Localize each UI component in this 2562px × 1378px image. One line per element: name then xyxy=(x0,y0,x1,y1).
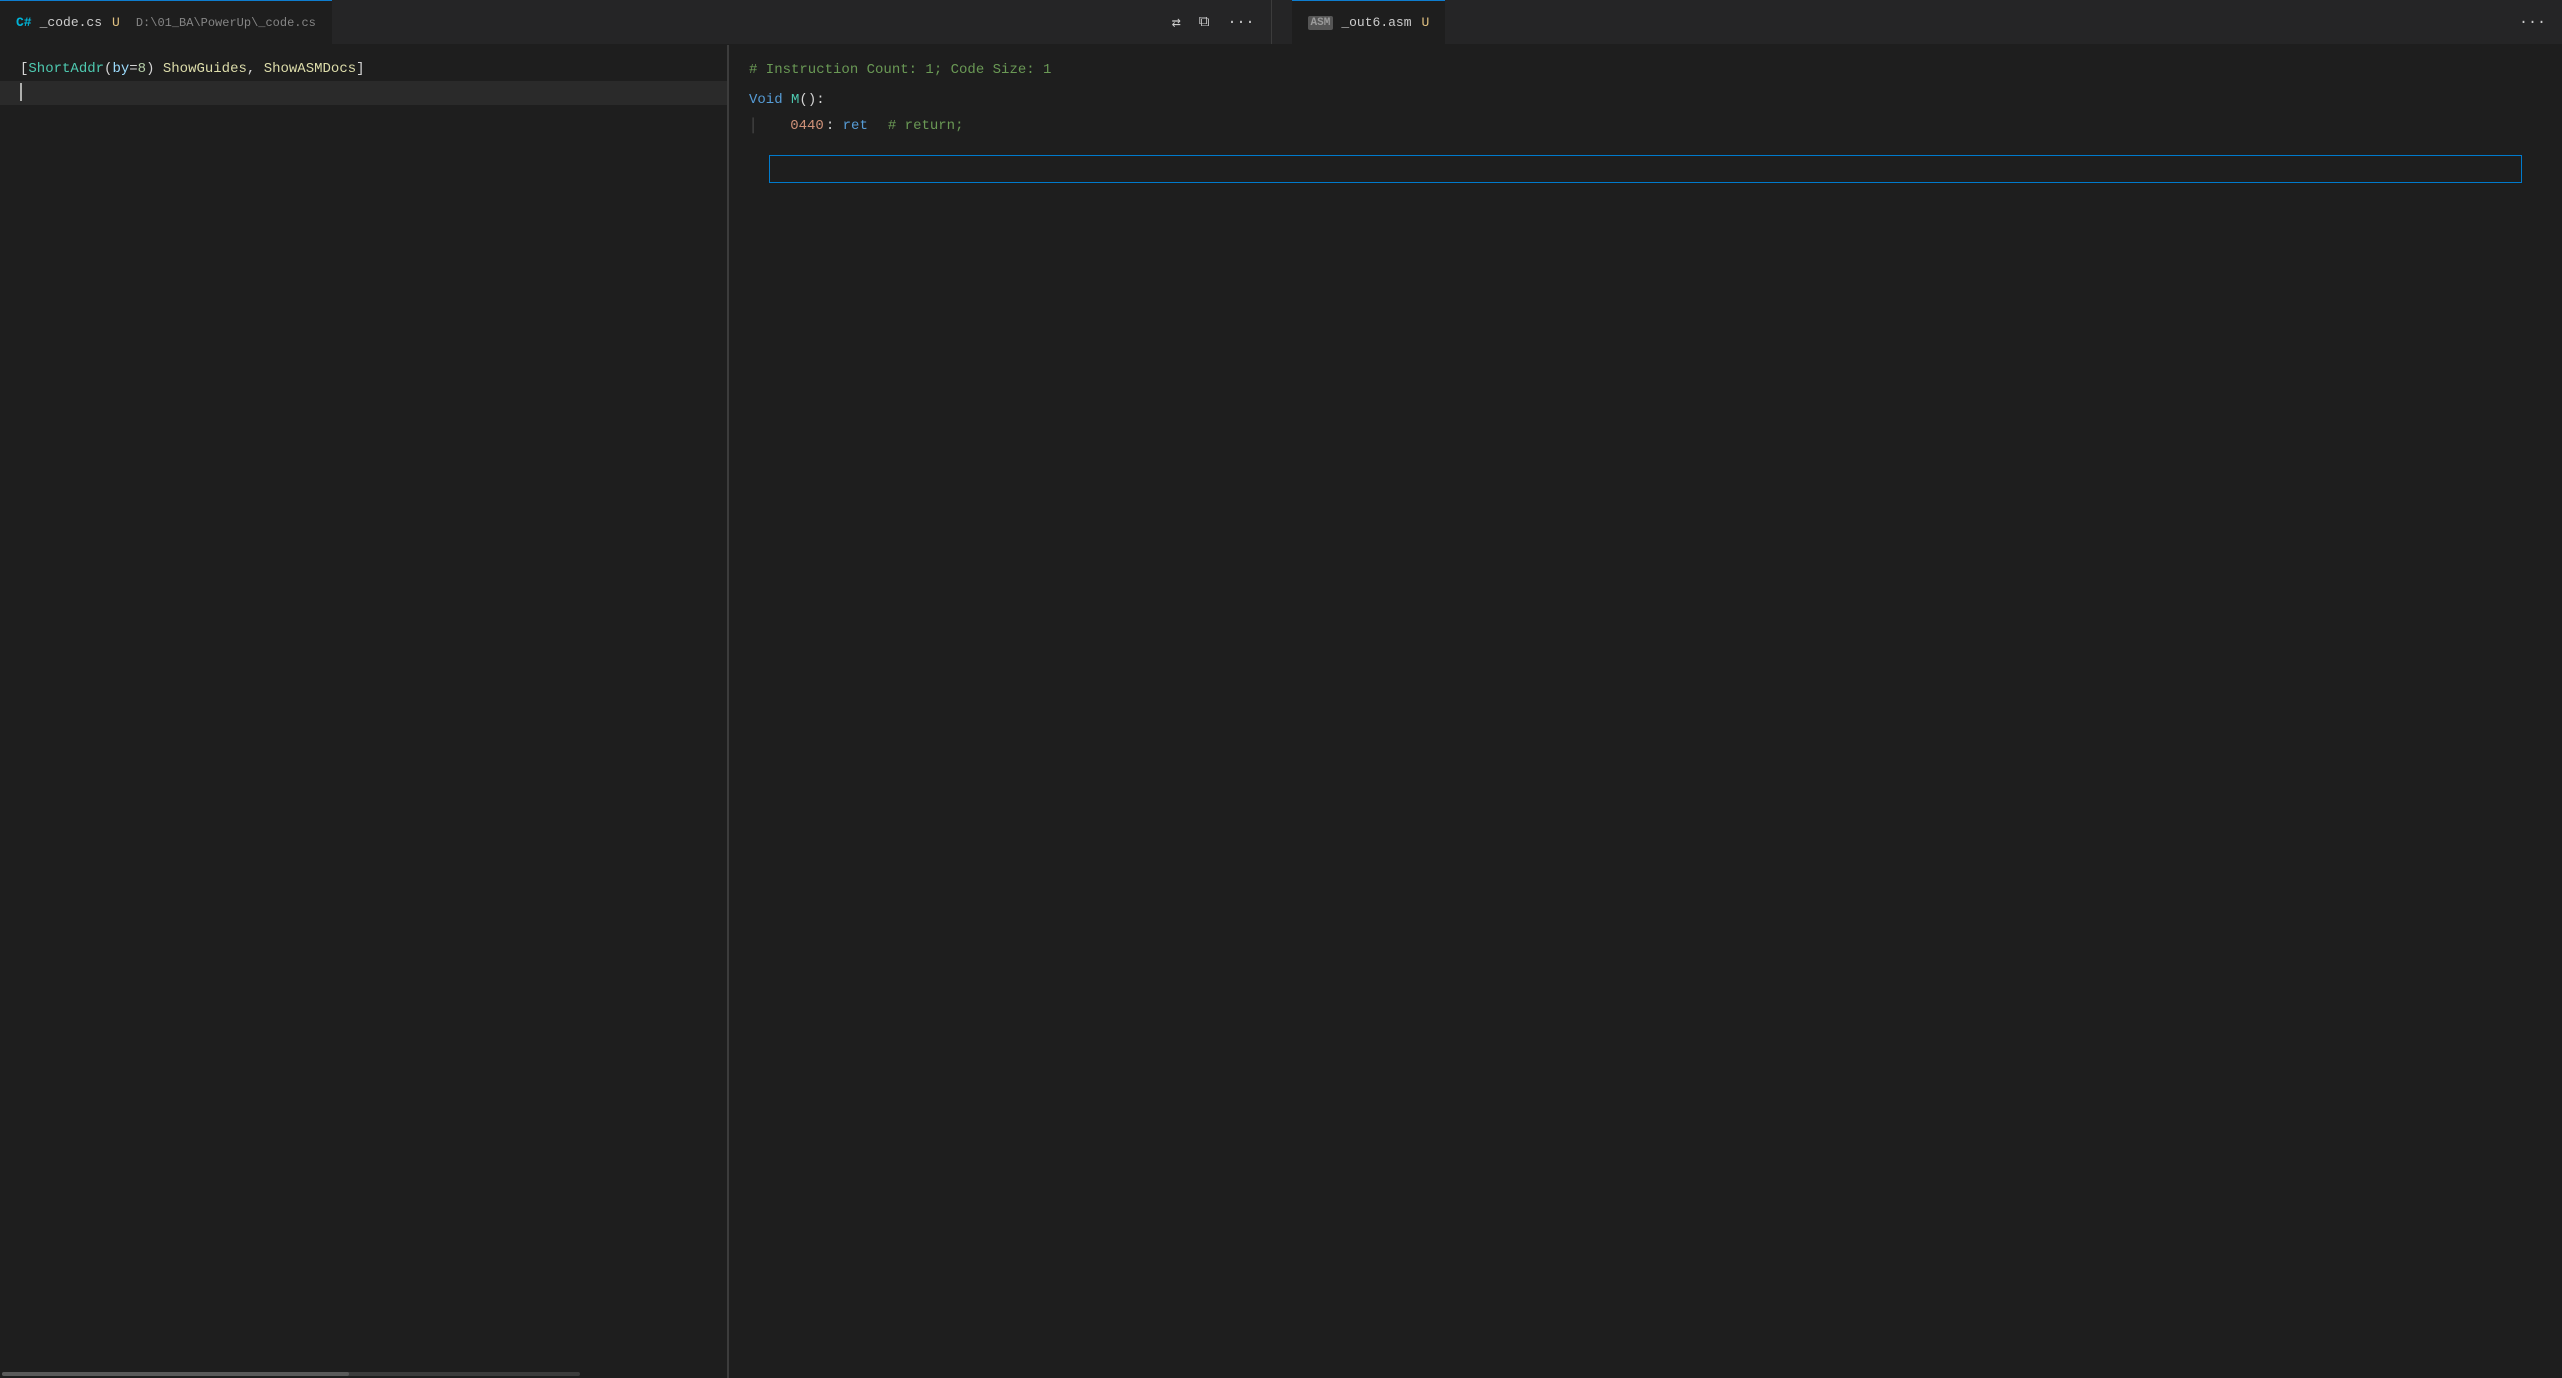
right-tab-actions: ··· xyxy=(2515,12,2562,33)
keyword-showguides: ShowGuides xyxy=(163,61,247,77)
more-actions-button-left[interactable]: ··· xyxy=(1223,12,1258,33)
split-editor-button[interactable]: ⧉ xyxy=(1195,11,1214,33)
attr-shortaddr: ShortAddr xyxy=(28,61,104,77)
right-tab-group: ASM _out6.asm U ··· xyxy=(1272,0,2562,44)
sync-scroll-button[interactable]: ⇄ xyxy=(1168,11,1185,34)
tab-modified-right: U xyxy=(1422,15,1430,30)
asm-icon: ASM xyxy=(1308,16,1334,30)
code-line-1: [ShortAddr(by=8) ShowGuides, ShowASMDocs… xyxy=(0,57,727,81)
left-tab-group: C# _code.cs U D:\01_BA\PowerUp\_code.cs … xyxy=(0,0,1272,44)
more-actions-button-right[interactable]: ··· xyxy=(2515,12,2550,33)
asm-return-comment: # return; xyxy=(888,113,964,139)
param-by: by xyxy=(112,61,129,77)
tab-code-cs[interactable]: C# _code.cs U D:\01_BA\PowerUp\_code.cs xyxy=(0,0,332,44)
asm-ret-instr: ret xyxy=(843,113,868,139)
asm-instruction-line: │ 0440: ret # return; xyxy=(749,113,2542,139)
line-content-2 xyxy=(20,81,707,105)
asm-colon: : xyxy=(826,113,843,139)
right-code-content[interactable]: # Instruction Count: 1; Code Size: 1 Voi… xyxy=(729,45,2562,1378)
left-scrollbar[interactable] xyxy=(0,1370,727,1378)
equals-sign: = xyxy=(129,61,137,77)
csharp-icon: C# xyxy=(16,15,32,30)
tab-asm-out6[interactable]: ASM _out6.asm U xyxy=(1292,0,1446,44)
asm-comment-header: # Instruction Count: 1; Code Size: 1 xyxy=(749,57,2542,87)
tab-filename-right: _out6.asm xyxy=(1341,15,1411,30)
editor-container: [ShortAddr(by=8) ShowGuides, ShowASMDocs… xyxy=(0,45,2562,1378)
method-colon: : xyxy=(816,87,824,113)
left-tab-actions: ⇄ ⧉ ··· xyxy=(1168,11,1271,34)
tab-modified-left: U xyxy=(112,15,120,30)
tab-bar: C# _code.cs U D:\01_BA\PowerUp\_code.cs … xyxy=(0,0,2562,45)
left-scrollbar-track xyxy=(2,1372,580,1376)
left-editor[interactable]: [ShortAddr(by=8) ShowGuides, ShowASMDocs… xyxy=(0,45,728,1378)
method-name-m: M xyxy=(791,87,799,113)
asm-pipe-char: │ xyxy=(749,113,774,139)
left-code-content[interactable]: [ShortAddr(by=8) ShowGuides, ShowASMDocs… xyxy=(0,45,727,1370)
bracket-close: ] xyxy=(356,61,364,77)
number-8: 8 xyxy=(138,61,146,77)
method-parens: () xyxy=(799,87,816,113)
space2 xyxy=(255,61,263,77)
void-keyword: Void xyxy=(749,87,783,113)
tab-filename-left: _code.cs xyxy=(40,15,102,30)
left-scrollbar-thumb xyxy=(2,1372,349,1376)
asm-address: 0440 xyxy=(790,113,824,139)
code-line-2 xyxy=(0,81,727,105)
space-after-void xyxy=(783,87,791,113)
right-editor[interactable]: # Instruction Count: 1; Code Size: 1 Voi… xyxy=(729,45,2562,1378)
asm-input-box[interactable] xyxy=(769,155,2522,183)
instruction-count-comment: # Instruction Count: 1; Code Size: 1 xyxy=(749,57,1051,83)
text-cursor xyxy=(20,83,22,101)
tab-path-left: D:\01_BA\PowerUp\_code.cs xyxy=(136,16,316,30)
input-box-container xyxy=(749,155,2542,183)
keyword-showasmdocs: ShowASMDocs xyxy=(264,61,356,77)
space1 xyxy=(154,61,162,77)
line-content-1: [ShortAddr(by=8) ShowGuides, ShowASMDocs… xyxy=(20,57,707,81)
asm-method-signature: Void M(): xyxy=(749,87,2542,113)
